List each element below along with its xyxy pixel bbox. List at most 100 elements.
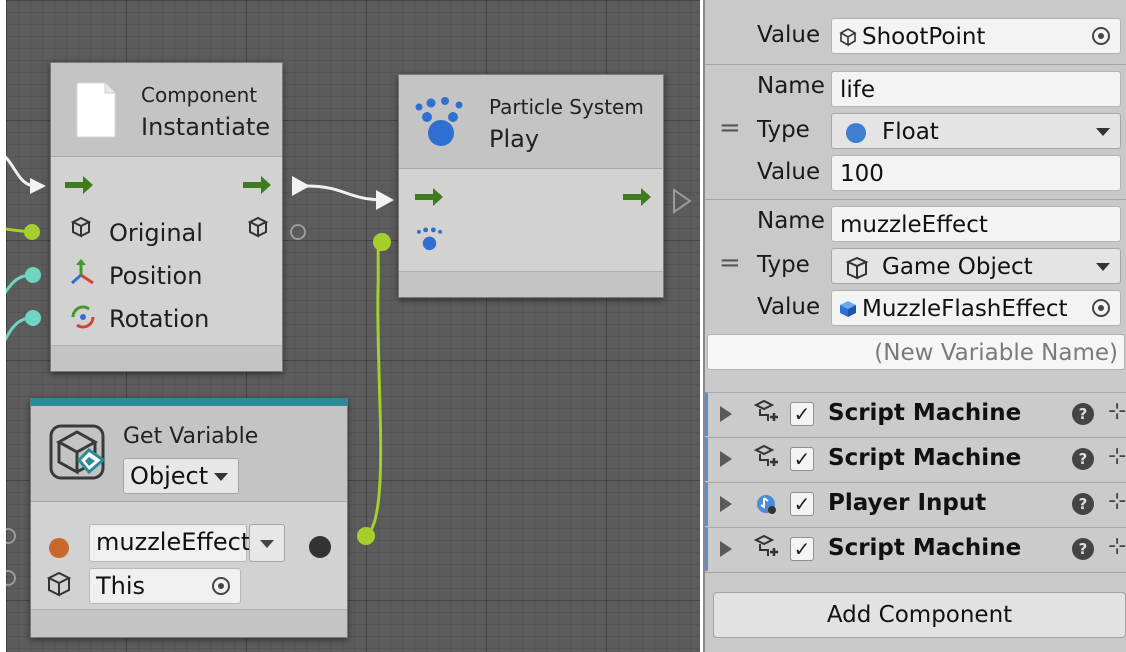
component-enabled-checkbox[interactable]: ✓: [790, 402, 814, 426]
play-exit-port: [673, 188, 692, 214]
position-axes-icon: [71, 259, 94, 285]
muzzle-name-value: muzzleEffect: [840, 212, 988, 238]
help-icon[interactable]: ?: [1072, 448, 1094, 470]
new-variable-name-input[interactable]: (New Variable Name): [707, 334, 1125, 370]
variable-block-2: Name muzzleEffect = Type Game Object Val…: [705, 200, 1126, 332]
muzzle-type-dropdown[interactable]: Game Object: [831, 248, 1121, 284]
component-row-script-machine-2[interactable]: ✓ Script Machine ? ⊹: [705, 437, 1126, 481]
transform-output-icon: [247, 216, 269, 238]
instantiate-node-header[interactable]: Component Instantiate: [51, 63, 282, 157]
prefab-cube-icon: [840, 301, 856, 317]
instantiate-title: Instantiate: [141, 113, 271, 141]
component-name: Script Machine: [828, 535, 1022, 561]
help-icon[interactable]: ?: [1072, 403, 1094, 425]
get-variable-header[interactable]: Get Variable Object: [31, 406, 347, 502]
play-target-port: [373, 233, 391, 251]
muzzle-value-field[interactable]: MuzzleFlashEffect: [831, 290, 1121, 326]
component-row-script-machine-3[interactable]: ✓ Script Machine ? ⊹: [705, 527, 1126, 571]
particle-play-node[interactable]: Particle System Play: [398, 74, 664, 298]
play-flow-in-arrow[interactable]: [415, 187, 445, 207]
variable-kind-dropdown[interactable]: Object: [123, 458, 239, 494]
position-port: [25, 267, 41, 283]
shootpoint-value-field[interactable]: ShootPoint: [831, 18, 1121, 54]
life-name-field[interactable]: life: [831, 71, 1121, 107]
graph-canvas[interactable]: Component Instantiate Original Position: [6, 0, 700, 652]
script-machine-icon: [753, 444, 778, 466]
gameobject-cube-icon: [46, 571, 72, 597]
help-icon[interactable]: ?: [1072, 493, 1094, 515]
drag-handle-icon[interactable]: =: [719, 113, 741, 143]
cube-outline-icon: [839, 28, 857, 47]
divider: [705, 572, 1126, 573]
document-icon: [76, 82, 116, 138]
left-edge-port-2: [6, 570, 16, 586]
left-edge-port-1: [6, 528, 16, 544]
instantiate-flow-out-arrow[interactable]: [243, 175, 273, 195]
player-input-icon: [757, 495, 776, 514]
expand-triangle-icon[interactable]: [720, 541, 732, 557]
expand-triangle-icon[interactable]: [720, 451, 732, 467]
component-name: Player Input: [828, 490, 987, 516]
component-enabled-checkbox[interactable]: ✓: [790, 492, 814, 516]
component-enabled-checkbox[interactable]: ✓: [790, 537, 814, 561]
variable-name-dropdown-button[interactable]: [249, 524, 285, 562]
value-label: Value: [757, 294, 821, 320]
particle-node-footer: [399, 271, 663, 297]
add-component-button[interactable]: Add Component: [713, 592, 1126, 638]
particle-node-header[interactable]: Particle System Play: [399, 75, 663, 169]
script-machine-icon: [753, 399, 778, 421]
instantiate-node-footer: [51, 345, 282, 371]
flow-wire-instantiate-play: [305, 184, 387, 202]
type-label: Type: [757, 117, 810, 143]
object-type-dot: [49, 538, 69, 558]
settings-sliders-icon[interactable]: ⊹: [1108, 444, 1126, 469]
life-value-field[interactable]: 100: [831, 155, 1121, 191]
drag-handle-icon[interactable]: =: [719, 248, 741, 278]
object-picker-icon[interactable]: [212, 577, 230, 595]
new-variable-placeholder: (New Variable Name): [874, 340, 1118, 366]
add-component-label: Add Component: [826, 602, 1013, 628]
get-variable-footer: [31, 609, 347, 637]
component-row-script-machine-1[interactable]: ✓ Script Machine ? ⊹: [705, 392, 1126, 436]
component-name: Script Machine: [828, 445, 1022, 471]
transform-original-icon: [70, 216, 92, 238]
instantiate-node[interactable]: Component Instantiate Original Position: [50, 62, 283, 372]
particle-title: Play: [489, 125, 540, 153]
variable-kind-value: Object: [130, 462, 209, 490]
variable-value-output-port[interactable]: [309, 536, 331, 558]
life-type-dropdown[interactable]: Float: [831, 113, 1121, 149]
name-label: Name: [757, 73, 825, 99]
muzzle-type-value: Game Object: [882, 254, 1033, 280]
get-variable-node[interactable]: Get Variable Object muzzleEffect This: [30, 398, 348, 638]
name-label: Name: [757, 208, 825, 234]
settings-sliders-icon[interactable]: ⊹: [1108, 534, 1126, 559]
component-row-player-input[interactable]: ✓ Player Input ? ⊹: [705, 482, 1126, 526]
expand-triangle-icon[interactable]: [720, 406, 732, 422]
settings-sliders-icon[interactable]: ⊹: [1108, 399, 1126, 424]
component-enabled-checkbox[interactable]: ✓: [790, 447, 814, 471]
muzzle-value: MuzzleFlashEffect: [862, 296, 1068, 322]
variable-block-1: Name life = Type Float Value 100: [705, 65, 1126, 197]
shootpoint-value: ShootPoint: [862, 24, 986, 50]
object-picker-icon[interactable]: [1092, 27, 1110, 45]
life-value: 100: [840, 161, 884, 187]
value-label: Value: [757, 22, 821, 48]
target-object-field[interactable]: This: [89, 568, 241, 604]
settings-sliders-icon[interactable]: ⊹: [1108, 489, 1126, 514]
gameobject-cube-icon: [845, 256, 869, 280]
help-icon[interactable]: ?: [1072, 538, 1094, 560]
object-picker-icon[interactable]: [1092, 299, 1110, 317]
variable-block-0: Value ShootPoint: [705, 0, 1126, 62]
port-original-label: Original: [109, 219, 203, 247]
target-object-value: This: [96, 572, 146, 600]
life-name-value: life: [840, 77, 876, 103]
component-name: Script Machine: [828, 400, 1022, 426]
variable-name-field[interactable]: muzzleEffect: [89, 524, 250, 562]
expand-triangle-icon[interactable]: [720, 496, 732, 512]
instantiate-flow-in-arrow[interactable]: [65, 175, 95, 195]
variable-cube-icon: [49, 424, 106, 480]
rotation-port: [25, 310, 41, 326]
play-flow-out-arrow[interactable]: [623, 187, 653, 207]
muzzle-name-field[interactable]: muzzleEffect: [831, 206, 1121, 242]
script-machine-icon: [753, 534, 778, 556]
